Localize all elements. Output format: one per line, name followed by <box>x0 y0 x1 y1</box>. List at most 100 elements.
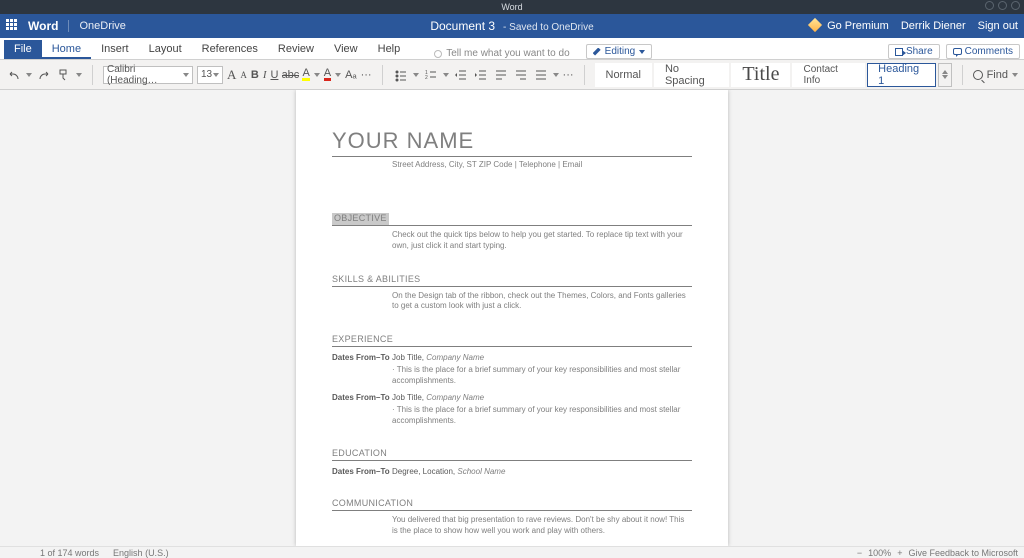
more-paragraph-button[interactable]: ··· <box>563 69 574 81</box>
section-head-education[interactable]: EDUCATION <box>332 448 692 461</box>
experience-description[interactable]: · This is the place for a brief summary … <box>392 405 692 427</box>
editing-label: Editing <box>605 46 636 57</box>
feedback-link[interactable]: Give Feedback to Microsoft <box>908 548 1018 558</box>
education-dates[interactable]: Dates From–To <box>332 467 392 476</box>
experience-row[interactable]: Dates From–To Job Title, Company Name · … <box>332 393 692 427</box>
redo-button[interactable] <box>36 67 52 83</box>
zoom-in-button[interactable]: + <box>897 548 902 558</box>
clear-formatting-button[interactable]: Aₐ <box>345 69 356 81</box>
styles-gallery: Normal No Spacing Title Contact Info Hea… <box>595 63 952 87</box>
section-head-experience[interactable]: EXPERIENCE <box>332 334 692 347</box>
minimize-icon[interactable] <box>985 1 994 10</box>
tab-references[interactable]: References <box>192 40 268 59</box>
app-launcher-icon[interactable] <box>6 19 20 33</box>
tab-layout[interactable]: Layout <box>139 40 192 59</box>
style-contact-info[interactable]: Contact Info <box>792 63 865 87</box>
grow-font-button[interactable]: A <box>227 67 236 83</box>
chevron-down-icon <box>942 75 948 79</box>
style-no-spacing[interactable]: No Spacing <box>654 63 729 87</box>
style-heading-1[interactable]: Heading 1 <box>867 63 936 87</box>
document-page[interactable]: YOUR NAME Street Address, City, ST ZIP C… <box>296 90 728 546</box>
align-button[interactable] <box>533 67 549 83</box>
objective-body[interactable]: Check out the quick tips below to help y… <box>392 230 692 252</box>
communication-body[interactable]: You delivered that big presentation to r… <box>392 515 692 537</box>
style-title[interactable]: Title <box>731 63 790 87</box>
find-button[interactable]: Find <box>973 69 1018 81</box>
ribbon-toolbar: Calibri (Heading… 13 A A B I U abc A A A… <box>0 60 1024 90</box>
resume-name-heading[interactable]: YOUR NAME <box>332 128 692 157</box>
undo-button[interactable] <box>6 67 22 83</box>
underline-button[interactable]: U <box>270 69 278 81</box>
strikethrough-button[interactable]: abc <box>282 67 298 83</box>
styles-more-button[interactable] <box>938 63 951 87</box>
comments-button[interactable]: Comments <box>946 44 1020 59</box>
document-canvas[interactable]: YOUR NAME Street Address, City, ST ZIP C… <box>0 90 1024 546</box>
go-premium-label: Go Premium <box>827 20 889 32</box>
document-name[interactable]: Document 3 <box>430 19 495 33</box>
maximize-icon[interactable] <box>998 1 1007 10</box>
experience-description[interactable]: · This is the place for a brief summary … <box>392 365 692 387</box>
separator <box>962 65 963 85</box>
font-name-value: Calibri (Heading… <box>107 64 183 86</box>
font-name-selector[interactable]: Calibri (Heading… <box>103 66 193 84</box>
chevron-down-icon <box>213 73 219 77</box>
zoom-out-button[interactable]: − <box>857 548 862 558</box>
experience-company[interactable]: Company Name <box>426 353 484 362</box>
experience-dates[interactable]: Dates From–To <box>332 353 392 387</box>
align-chevron-icon[interactable] <box>553 73 559 77</box>
sign-out-link[interactable]: Sign out <box>978 20 1018 32</box>
tab-view[interactable]: View <box>324 40 368 59</box>
increase-indent-button[interactable] <box>473 67 489 83</box>
tell-me-search[interactable]: Tell me what you want to do <box>434 48 569 59</box>
paste-chevron-icon[interactable] <box>76 73 82 77</box>
experience-dates[interactable]: Dates From–To <box>332 393 392 427</box>
style-normal[interactable]: Normal <box>595 63 652 87</box>
lightbulb-icon <box>434 50 442 58</box>
tab-home[interactable]: Home <box>42 40 91 59</box>
numbering-button[interactable]: 12 <box>423 67 439 83</box>
close-icon[interactable] <box>1011 1 1020 10</box>
italic-button[interactable]: I <box>263 69 267 81</box>
education-row[interactable]: Dates From–To Degree, Location, School N… <box>332 467 692 476</box>
diamond-icon <box>808 18 822 32</box>
tab-file[interactable]: File <box>4 40 42 59</box>
highlight-button[interactable]: A <box>302 68 309 81</box>
font-color-chevron-icon[interactable] <box>335 73 341 77</box>
section-head-objective[interactable]: OBJECTIVE <box>332 213 389 226</box>
format-painter-button[interactable] <box>56 67 72 83</box>
font-size-selector[interactable]: 13 <box>197 66 223 84</box>
experience-job-title[interactable]: Job Title, <box>392 353 424 362</box>
rtl-button[interactable] <box>513 67 529 83</box>
font-color-button[interactable]: A <box>324 68 331 81</box>
zoom-level[interactable]: 100% <box>868 548 891 558</box>
undo-history-chevron-icon[interactable] <box>26 73 32 77</box>
highlight-chevron-icon[interactable] <box>314 73 320 77</box>
experience-row[interactable]: Dates From–To Job Title, Company Name · … <box>332 353 692 387</box>
bullets-button[interactable] <box>393 67 409 83</box>
education-degree[interactable]: Degree, Location, <box>392 467 455 476</box>
bullets-chevron-icon[interactable] <box>413 73 419 77</box>
resume-contact-line[interactable]: Street Address, City, ST ZIP Code | Tele… <box>392 160 692 169</box>
decrease-indent-button[interactable] <box>453 67 469 83</box>
section-head-skills[interactable]: SKILLS & ABILITIES <box>332 274 692 287</box>
experience-job-title[interactable]: Job Title, <box>392 393 424 402</box>
brand-onedrive[interactable]: OneDrive <box>68 20 125 32</box>
share-button[interactable]: Share <box>888 44 940 59</box>
editing-mode-button[interactable]: Editing <box>586 44 653 59</box>
skills-body[interactable]: On the Design tab of the ribbon, check o… <box>392 291 692 313</box>
education-school[interactable]: School Name <box>457 467 505 476</box>
go-premium-button[interactable]: Go Premium <box>810 20 889 32</box>
tab-insert[interactable]: Insert <box>91 40 139 59</box>
language-status[interactable]: English (U.S.) <box>113 548 169 558</box>
bold-button[interactable]: B <box>251 69 259 81</box>
shrink-font-button[interactable]: A <box>240 70 247 80</box>
more-font-button[interactable]: ··· <box>361 69 372 81</box>
experience-company[interactable]: Company Name <box>426 393 484 402</box>
ltr-button[interactable] <box>493 67 509 83</box>
tab-review[interactable]: Review <box>268 40 324 59</box>
tab-help[interactable]: Help <box>368 40 411 59</box>
numbering-chevron-icon[interactable] <box>443 73 449 77</box>
user-name[interactable]: Derrik Diener <box>901 20 966 32</box>
word-count[interactable]: 1 of 174 words <box>40 548 99 558</box>
section-head-communication[interactable]: COMMUNICATION <box>332 498 692 511</box>
